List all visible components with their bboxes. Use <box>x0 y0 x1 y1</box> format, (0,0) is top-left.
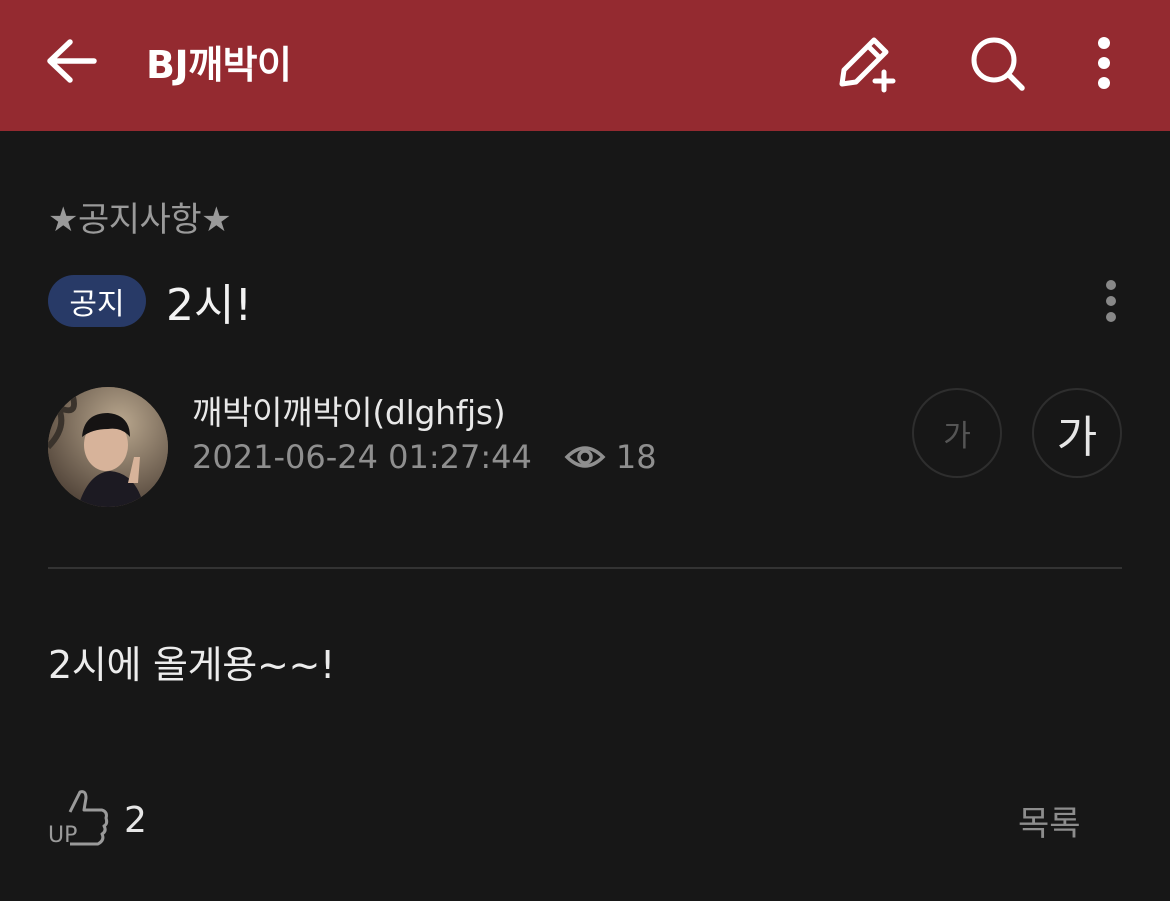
font-size-decrease-button[interactable]: 가 <box>912 388 1002 478</box>
app-header: BJ깨박이 <box>0 0 1170 131</box>
post-datetime: 2021-06-24 01:27:44 <box>192 438 532 476</box>
search-icon <box>971 37 1025 91</box>
back-arrow-icon <box>47 39 97 83</box>
avatar-photo <box>48 387 168 507</box>
search-button[interactable] <box>964 32 1032 94</box>
more-dot-icon <box>1106 312 1116 322</box>
divider <box>48 567 1122 569</box>
notice-badge: 공지 <box>48 275 146 327</box>
back-button[interactable] <box>46 38 98 84</box>
post-title: 2시! <box>166 280 253 331</box>
post-title-row: 공지 2시! <box>48 272 253 331</box>
thumbs-up-icon: UP <box>48 790 109 848</box>
post-category[interactable]: ★공지사항★ <box>48 192 232 241</box>
post-body: 2시에 올게용~~! <box>48 643 335 687</box>
write-icon <box>839 37 896 93</box>
more-dot-icon <box>1106 296 1116 306</box>
eye-icon <box>564 441 606 473</box>
post-meta: 2021-06-24 01:27:44 18 <box>192 438 657 476</box>
list-button[interactable]: 목록 <box>1018 796 1081 845</box>
font-size-increase-button[interactable]: 가 <box>1032 388 1122 478</box>
svg-text:UP: UP <box>48 823 77 848</box>
more-dot-icon <box>1106 280 1116 290</box>
board-title: BJ깨박이 <box>146 43 292 87</box>
write-button[interactable] <box>834 32 902 94</box>
more-vertical-icon <box>1098 37 1110 89</box>
author-avatar[interactable] <box>48 387 168 507</box>
more-menu-button[interactable] <box>1070 32 1138 94</box>
author-name[interactable]: 깨박이깨박이(dlghfjs) <box>192 386 506 434</box>
post-more-button[interactable] <box>1093 276 1129 326</box>
view-count: 18 <box>615 438 657 476</box>
like-button[interactable]: UP <box>46 786 110 848</box>
like-count: 2 <box>124 800 147 841</box>
